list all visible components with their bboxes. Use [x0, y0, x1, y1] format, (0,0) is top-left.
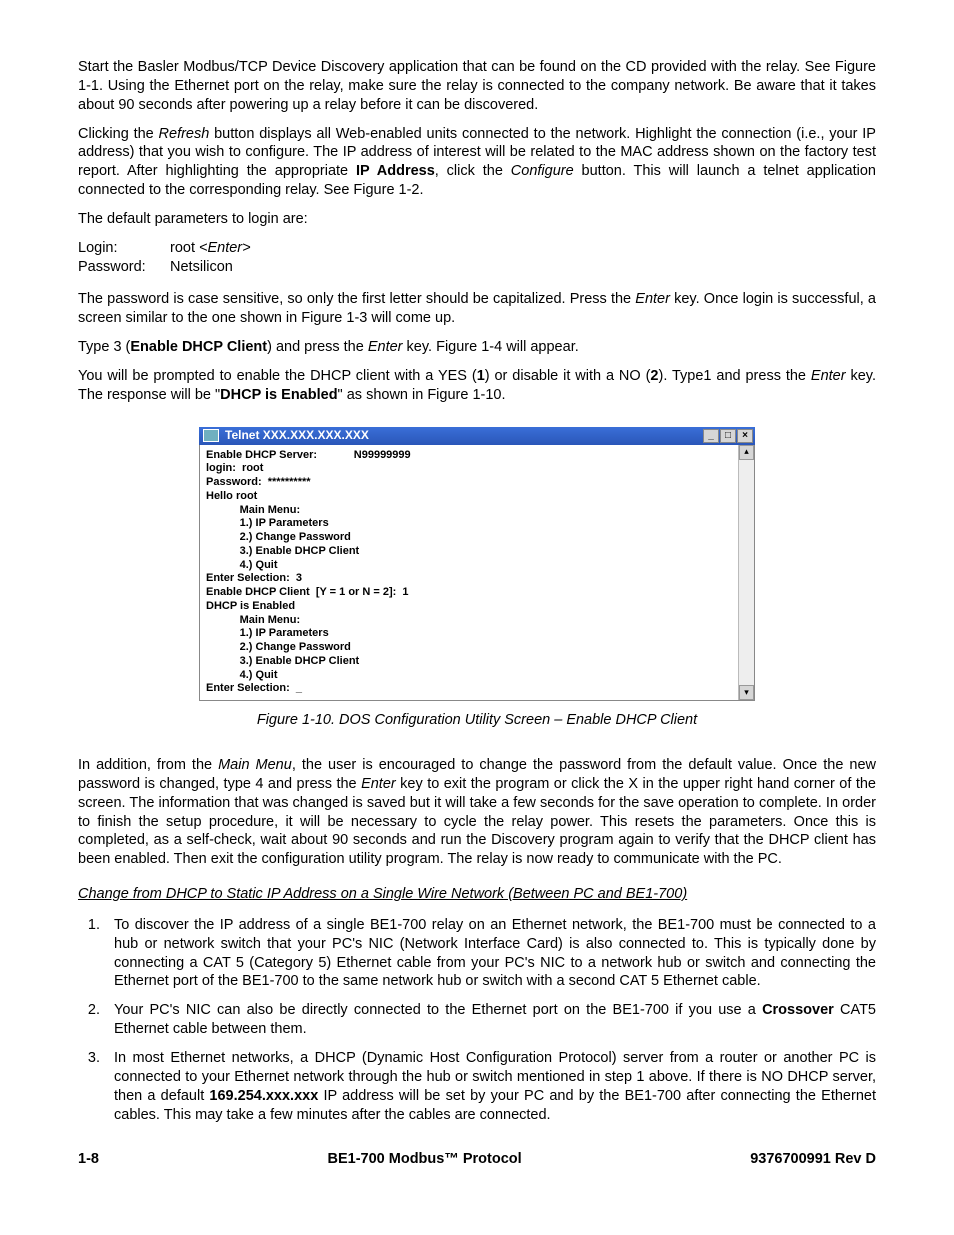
- subheading: Change from DHCP to Static IP Address on…: [78, 885, 876, 904]
- telnet-body: Enable DHCP Server: N99999999 login: roo…: [200, 445, 738, 701]
- telnet-titlebar: Telnet XXX.XXX.XXX.XXX _ □ ×: [199, 427, 755, 445]
- para-3: The password is case sensitive, so only …: [78, 290, 876, 328]
- password-value: Netsilicon: [170, 258, 233, 277]
- step-1: To discover the IP address of a single B…: [104, 916, 876, 991]
- para-1: Start the Basler Modbus/TCP Device Disco…: [78, 58, 876, 115]
- scroll-track[interactable]: [739, 460, 754, 686]
- step-3: In most Ethernet networks, a DHCP (Dynam…: [104, 1049, 876, 1124]
- doc-revision: 9376700991 Rev D: [750, 1150, 876, 1169]
- close-icon[interactable]: ×: [737, 429, 753, 443]
- default-params-line: The default parameters to login are:: [78, 210, 876, 229]
- telnet-window: Telnet XXX.XXX.XXX.XXX _ □ × Enable DHCP…: [199, 427, 755, 702]
- para-2: Clicking the Refresh button displays all…: [78, 125, 876, 200]
- terminal-icon: [203, 429, 219, 442]
- para-4: Type 3 (Enable DHCP Client) and press th…: [78, 338, 876, 357]
- doc-title: BE1-700 Modbus™ Protocol: [328, 1150, 522, 1169]
- scroll-down-icon[interactable]: ▾: [739, 685, 754, 700]
- login-value: root <Enter>: [170, 239, 251, 258]
- login-label: Login:: [78, 239, 170, 258]
- steps-list: To discover the IP address of a single B…: [78, 916, 876, 1124]
- minimize-icon[interactable]: _: [703, 429, 719, 443]
- password-label: Password:: [78, 258, 170, 277]
- refresh-word: Refresh: [159, 126, 210, 142]
- login-defaults: The default parameters to login are: Log…: [78, 210, 876, 277]
- scrollbar[interactable]: ▴ ▾: [738, 445, 754, 701]
- ip-address-word: IP Address: [356, 163, 435, 179]
- telnet-title: Telnet XXX.XXX.XXX.XXX: [225, 428, 703, 444]
- scroll-up-icon[interactable]: ▴: [739, 445, 754, 460]
- figure-caption: Figure 1-10. DOS Configuration Utility S…: [78, 711, 876, 730]
- page-footer: 1-8 BE1-700 Modbus™ Protocol 9376700991 …: [78, 1150, 876, 1169]
- step-2: Your PC's NIC can also be directly conne…: [104, 1001, 876, 1039]
- configure-word: Configure: [511, 163, 574, 179]
- para-6: In addition, from the Main Menu, the use…: [78, 756, 876, 869]
- page-number: 1-8: [78, 1150, 99, 1169]
- para-5: You will be prompted to enable the DHCP …: [78, 367, 876, 405]
- maximize-icon[interactable]: □: [720, 429, 736, 443]
